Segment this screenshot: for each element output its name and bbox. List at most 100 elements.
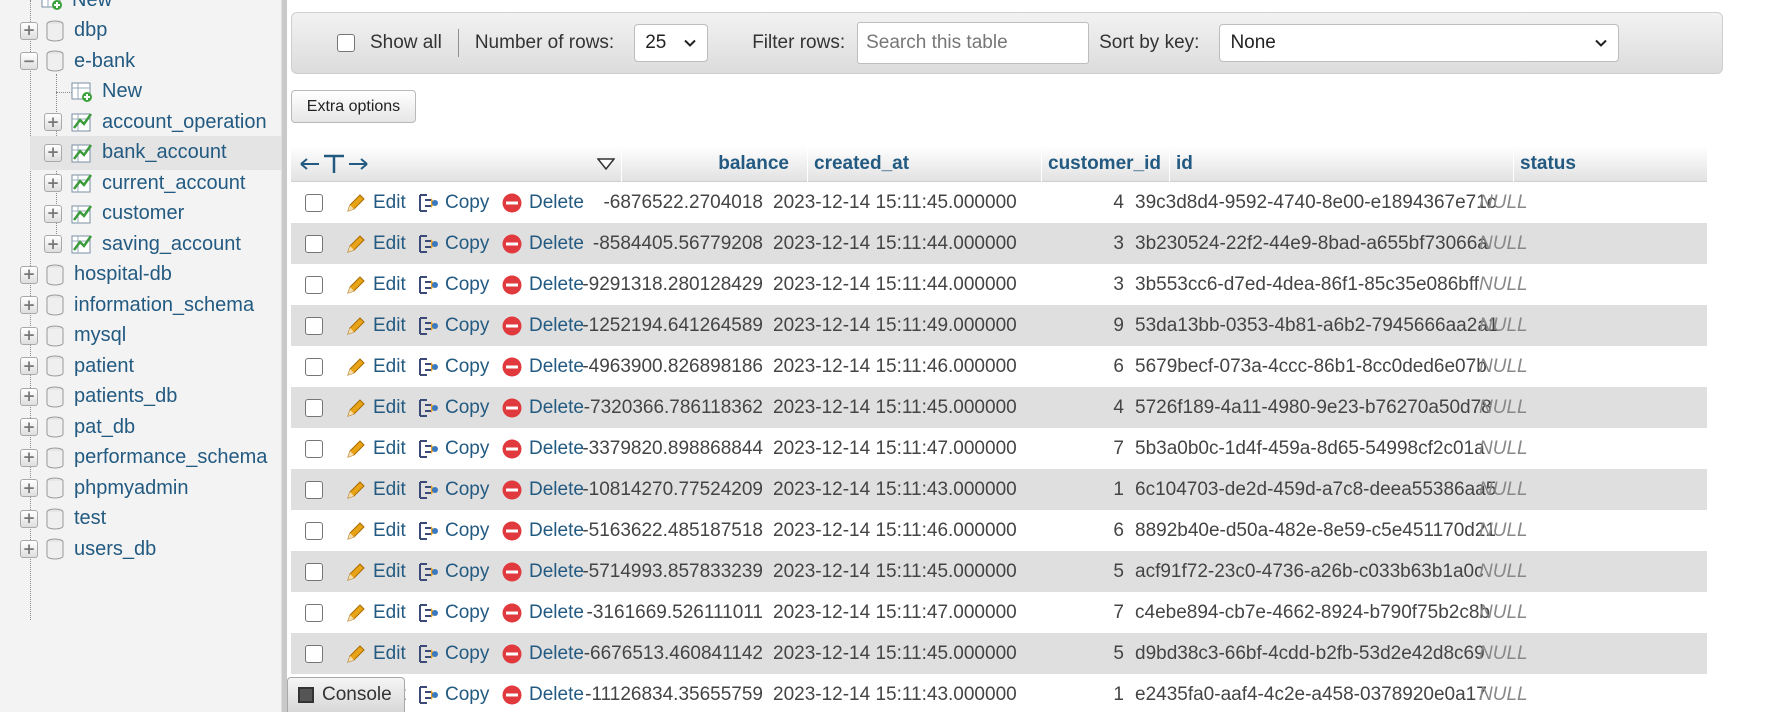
cell-created-at[interactable]: 2023-12-14 15:11:45.000000 [773,633,1017,674]
row-checkbox[interactable] [305,521,323,540]
copy-button[interactable]: Copy [417,674,489,712]
cell-status[interactable]: NULL [1479,346,1528,387]
cell-status[interactable]: NULL [1479,592,1528,633]
number-of-rows-select[interactable]: 25 [634,24,709,62]
column-header-status[interactable]: status [1513,146,1597,182]
row-checkbox[interactable] [305,234,323,253]
cell-id[interactable]: d9bd38c3-66bf-4cdd-b2fb-53d2e42d8c69 [1135,633,1485,674]
cell-created-at[interactable]: 2023-12-14 15:11:44.000000 [773,223,1017,264]
cell-id[interactable]: 6c104703-de2d-459d-a7c8-deea55386aa5 [1135,469,1496,510]
cell-status[interactable]: NULL [1479,264,1528,305]
tree-db-e-bank[interactable]: − e-bank [20,44,135,78]
cell-id[interactable]: 5726f189-4a11-4980-9e23-b76270a50d78 [1135,387,1492,428]
cell-status[interactable]: NULL [1479,182,1528,223]
tree-table-account-operation[interactable]: + account_operation [44,105,267,139]
column-header-customer-id[interactable]: customer_id [1041,146,1169,182]
cell-id[interactable]: c4ebe894-cb7e-4662-8924-b790f75b2c8b [1135,592,1490,633]
delete-button[interactable]: Delete [501,387,584,428]
expand-icon[interactable]: + [20,326,38,345]
row-checkbox[interactable] [305,644,323,663]
expand-icon[interactable]: + [44,174,62,192]
cell-balance[interactable]: -3161669.526111011 [581,592,763,633]
expand-icon[interactable]: + [44,143,62,162]
cell-balance[interactable]: -11126834.35655759 [581,674,763,712]
cell-created-at[interactable]: 2023-12-14 15:11:47.000000 [773,592,1017,633]
cell-customer-id[interactable]: 7 [1007,592,1124,633]
cell-status[interactable]: NULL [1479,633,1528,674]
delete-button[interactable]: Delete [501,592,584,633]
tree-db-mysql[interactable]: + mysql [20,319,126,353]
expand-icon[interactable]: + [44,204,62,223]
cell-balance[interactable]: -5163622.485187518 [581,510,763,551]
expand-icon[interactable]: + [20,21,38,40]
delete-button[interactable]: Delete [501,674,584,712]
copy-button[interactable]: Copy [417,633,489,674]
cell-customer-id[interactable]: 5 [1007,551,1124,592]
cell-id[interactable]: 39c3d8d4-9592-4740-8e00-e1894367e71c [1135,182,1496,223]
copy-button[interactable]: Copy [417,510,489,551]
delete-button[interactable]: Delete [501,551,584,592]
expand-icon[interactable]: + [20,540,38,558]
cell-balance[interactable]: -1252194.641264589 [581,305,763,346]
edit-button[interactable]: Edit [345,592,406,633]
copy-button[interactable]: Copy [417,387,489,428]
cell-created-at[interactable]: 2023-12-14 15:11:47.000000 [773,428,1017,469]
cell-balance[interactable]: -7320366.786118362 [581,387,763,428]
cell-id[interactable]: 3b230524-22f2-44e9-8bad-a655bf73066a [1135,223,1488,264]
search-table-input[interactable]: Search this table [857,22,1090,64]
cell-created-at[interactable]: 2023-12-14 15:11:46.000000 [773,346,1017,387]
cell-status[interactable]: NULL [1479,387,1528,428]
cell-balance[interactable]: -6876522.2704018 [581,182,763,223]
delete-button[interactable]: Delete [501,182,584,223]
cell-id[interactable]: 53da13bb-0353-4b81-a6b2-7945666aa2a1 [1135,305,1498,346]
delete-button[interactable]: Delete [501,469,584,510]
cell-balance[interactable]: -6676513.460841142 [581,633,763,674]
edit-button[interactable]: Edit [345,510,406,551]
expand-icon[interactable]: + [20,265,38,284]
cell-created-at[interactable]: 2023-12-14 15:11:43.000000 [773,674,1017,712]
tree-table-saving-account[interactable]: + saving_account [44,227,241,261]
edit-button[interactable]: Edit [345,551,406,592]
edit-button[interactable]: Edit [345,428,406,469]
cell-customer-id[interactable]: 1 [1007,674,1124,712]
expand-icon[interactable]: + [20,296,38,314]
cell-created-at[interactable]: 2023-12-14 15:11:49.000000 [773,305,1017,346]
cell-customer-id[interactable]: 6 [1007,346,1124,387]
row-checkbox[interactable] [305,439,323,458]
row-checkbox[interactable] [305,562,323,581]
expand-icon[interactable]: + [20,509,38,528]
delete-button[interactable]: Delete [501,346,584,387]
extra-options-button[interactable]: Extra options [291,90,416,123]
cell-id[interactable]: 5b3a0b0c-1d4f-459a-8d65-54998cf2c01a [1135,428,1485,469]
expand-icon[interactable]: + [20,448,38,467]
cell-status[interactable]: NULL [1479,469,1528,510]
show-all-label[interactable]: Show all [370,32,442,54]
cell-status[interactable]: NULL [1479,674,1528,712]
row-checkbox[interactable] [305,275,323,294]
copy-button[interactable]: Copy [417,223,489,264]
cell-balance[interactable]: -9291318.280128429 [581,264,763,305]
delete-button[interactable]: Delete [501,428,584,469]
column-menu-icon[interactable] [597,158,615,170]
column-header-balance[interactable]: balance [621,146,807,182]
expand-icon[interactable]: + [20,387,38,406]
tree-db-performance-schema[interactable]: + performance_schema [20,441,267,475]
cell-id[interactable]: 5679becf-073a-4ccc-86b1-8cc0ded6e07b [1135,346,1487,387]
tree-db-dbp[interactable]: + dbp [20,14,107,48]
expand-icon[interactable]: + [20,479,38,497]
show-all-checkbox[interactable] [337,34,355,52]
tree-db-phpmyadmin[interactable]: + phpmyadmin [20,471,189,505]
copy-button[interactable]: Copy [417,551,489,592]
cell-id[interactable]: 8892b40e-d50a-482e-8e59-c5e451170d21 [1135,510,1496,551]
delete-button[interactable]: Delete [501,633,584,674]
copy-button[interactable]: Copy [417,428,489,469]
column-arrows-icon[interactable] [299,153,369,175]
cell-status[interactable]: NULL [1479,510,1528,551]
cell-created-at[interactable]: 2023-12-14 15:11:45.000000 [773,387,1017,428]
edit-button[interactable]: Edit [345,182,406,223]
edit-button[interactable]: Edit [345,264,406,305]
expand-icon[interactable]: + [44,113,62,131]
tree-item-new-table[interactable]: New [70,75,142,109]
copy-button[interactable]: Copy [417,469,489,510]
cell-status[interactable]: NULL [1479,551,1528,592]
